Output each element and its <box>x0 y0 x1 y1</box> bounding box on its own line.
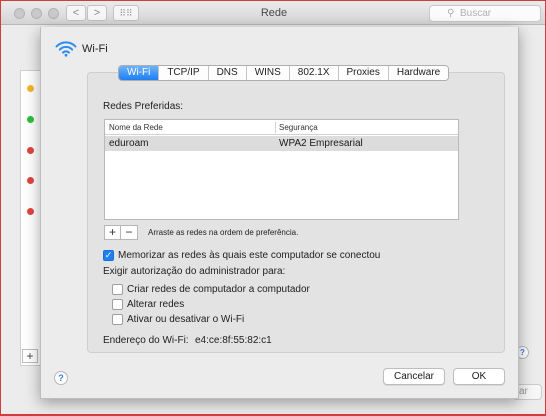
preferred-networks-label: Redes Preferidas: <box>103 101 184 112</box>
tab-wifi[interactable]: Wi-Fi <box>119 66 160 80</box>
ok-button[interactable]: OK <box>453 368 505 385</box>
table-row[interactable]: eduroam WPA2 Empresarial <box>105 136 458 151</box>
network-security-cell: WPA2 Empresarial <box>279 138 363 149</box>
sheet-title: Wi-Fi <box>82 43 108 55</box>
network-name-cell: eduroam <box>109 138 149 149</box>
wifi-tab-panel: Redes Preferidas: Nome da Rede Segurança… <box>87 72 505 353</box>
status-dot <box>27 177 34 184</box>
tab-hardware[interactable]: Hardware <box>388 66 449 80</box>
remove-network-button[interactable]: − <box>121 226 137 239</box>
add-network-button[interactable]: + <box>105 226 121 239</box>
tab-dns[interactable]: DNS <box>208 66 247 80</box>
tab-bar: Wi-Fi TCP/IP DNS WINS 802.1X Proxies Har… <box>118 65 450 81</box>
change-networks-checkbox[interactable] <box>112 299 123 310</box>
help-button[interactable]: ? <box>54 371 68 385</box>
wifi-address-value: e4:ce:8f:55:82:c1 <box>195 335 272 346</box>
preferred-networks-table[interactable]: Nome da Rede Segurança eduroam WPA2 Empr… <box>104 119 459 220</box>
tab-8021x[interactable]: 802.1X <box>289 66 339 80</box>
status-dot <box>27 208 34 215</box>
status-dot <box>27 85 34 92</box>
remember-networks-checkbox[interactable]: ✓ <box>103 250 114 261</box>
tab-wins[interactable]: WINS <box>246 66 290 80</box>
search-icon: ⚲ <box>447 8 455 19</box>
admin-auth-label: Exigir autorização do administrador para… <box>103 266 286 277</box>
create-computer-networks-label: Criar redes de computador a computador <box>127 284 310 295</box>
drag-hint-text: Arraste as redes na ordem de preferência… <box>148 228 299 237</box>
status-dot <box>27 147 34 154</box>
toggle-wifi-label: Ativar ou desativar o Wi-Fi <box>127 314 245 325</box>
add-remove-control: + − <box>104 225 138 240</box>
tab-proxies[interactable]: Proxies <box>338 66 389 80</box>
wifi-settings-sheet: Wi-Fi Wi-Fi TCP/IP DNS WINS 802.1X Proxi… <box>40 27 519 399</box>
tab-tcpip[interactable]: TCP/IP <box>159 66 209 80</box>
search-placeholder: Buscar <box>460 8 492 19</box>
window-titlebar: < > ⠿⠿ Rede ⚲ Buscar <box>1 1 545 25</box>
status-dot <box>27 116 34 123</box>
cancel-button[interactable]: Cancelar <box>383 368 445 385</box>
add-service-button[interactable]: + <box>22 349 38 363</box>
remember-networks-label: Memorizar as redes às quais este computa… <box>118 250 381 261</box>
wifi-icon <box>55 41 77 57</box>
table-header: Nome da Rede Segurança <box>105 120 458 135</box>
change-networks-label: Alterar redes <box>127 299 185 310</box>
create-computer-networks-checkbox[interactable] <box>112 284 123 295</box>
column-header-network-name[interactable]: Nome da Rede <box>105 120 163 135</box>
network-service-list[interactable] <box>20 70 42 366</box>
column-header-security[interactable]: Segurança <box>275 120 318 135</box>
toggle-wifi-checkbox[interactable] <box>112 314 123 325</box>
wifi-address-label: Endereço do Wi-Fi: <box>103 335 189 346</box>
search-field[interactable]: ⚲ Buscar <box>429 5 541 22</box>
